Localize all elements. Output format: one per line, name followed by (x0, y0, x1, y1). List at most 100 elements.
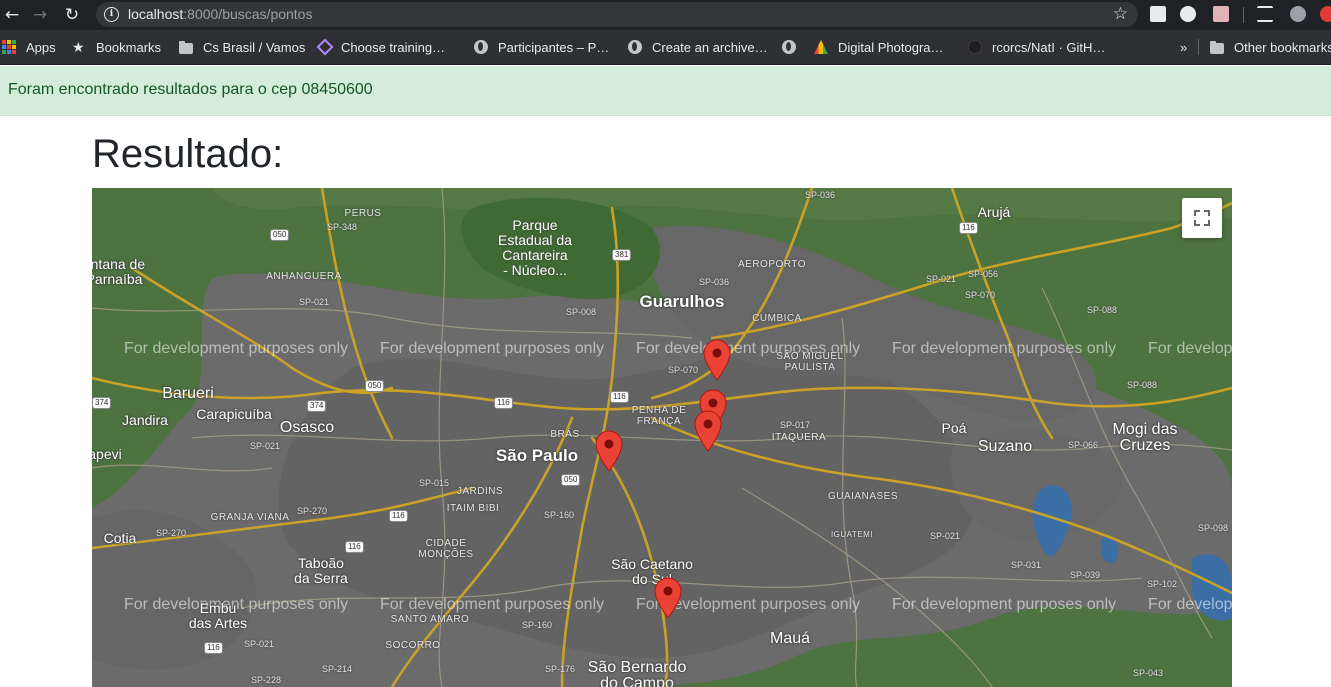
city-label: Carapicuíba (196, 406, 272, 422)
road-label: SP-228 (250, 675, 282, 685)
district-label: SOCORRO (385, 640, 441, 651)
city-label: Guarulhos (639, 292, 725, 311)
road-shield: 116 (494, 397, 513, 409)
bookmark-label: rcorcs/NatI · GitH… (992, 39, 1106, 55)
city-label: Embu das Artes (188, 600, 248, 631)
bookmark-create-archive[interactable]: Create an archive… (628, 38, 768, 56)
road-label: SP-031 (1010, 560, 1042, 570)
district-label: ANHANGUERA (266, 271, 342, 282)
success-alert: Foram encontrado resultados para o cep 0… (0, 66, 1331, 116)
city-label: antana de Parnaíba (92, 256, 146, 287)
watermark-text: For development purposes only (380, 340, 605, 357)
road-label: SP-102 (1146, 579, 1178, 589)
district-label: JARDINS (456, 486, 504, 497)
city-label: apevi (92, 446, 122, 462)
address-bar[interactable]: i localhost:8000/buscas/pontos ☆ (96, 2, 1138, 27)
profile-avatar[interactable] (1290, 6, 1306, 22)
watermark-text: For development purposes only (892, 340, 1117, 357)
watermark-text: For development purposes only (380, 596, 605, 613)
github-icon (968, 40, 982, 54)
district-label: SÃO MIGUEL PAULISTA (776, 351, 844, 373)
road-label: SP-021 (243, 639, 275, 649)
info-icon[interactable]: i (104, 7, 119, 22)
road-label: SP-098 (1197, 523, 1229, 533)
city-label: Mauá (769, 630, 811, 647)
map-marker[interactable] (694, 410, 722, 452)
bookmark-github[interactable]: rcorcs/NatI · GitH… (968, 38, 1105, 56)
bookmarks-bar: Apps ★ Bookmarks Cs Brasil / Vamos Choos… (0, 30, 1331, 65)
city-label: Mogi das Cruzes (1112, 421, 1178, 454)
bookmark-participantes[interactable]: Participantes – P… (474, 38, 609, 56)
road-label: SP-070 (964, 290, 996, 300)
arrow-left-icon: ← (4, 5, 20, 25)
chevron-double-right-icon: » (1180, 39, 1188, 55)
bookmark-label: Participantes – P… (498, 39, 610, 55)
notification-icon[interactable] (1320, 6, 1331, 22)
back-button[interactable]: ← (0, 3, 24, 27)
road-label: SP-008 (565, 307, 597, 317)
url-text[interactable]: localhost:8000/buscas/pontos (128, 5, 312, 24)
road-label: SP-039 (1069, 570, 1101, 580)
fullscreen-button[interactable] (1182, 198, 1222, 238)
city-label: Poá (941, 420, 967, 436)
city-label: Barueri (162, 385, 214, 402)
alert-message: Foram encontrado resultados para o cep 0… (8, 81, 373, 98)
road-shield: 374 (307, 400, 327, 412)
district-label: CUMBICA (752, 313, 802, 324)
road-label: SP-348 (326, 222, 358, 232)
page-title: Resultado: (92, 132, 284, 176)
bookmark-apps[interactable]: Apps (2, 38, 56, 56)
forward-button[interactable]: → (28, 3, 52, 27)
road-shield: 381 (612, 249, 632, 261)
bookmark-cs-brasil[interactable]: Cs Brasil / Vamos (179, 38, 305, 56)
road-shield: 374 (92, 397, 112, 409)
road-label: SP-056 (967, 269, 999, 279)
bookmark-digital-photo[interactable]: Digital Photogra… (814, 38, 944, 56)
road-label: SP-160 (543, 510, 575, 520)
road-label: SP-017 (779, 420, 811, 430)
city-label: Arujá (977, 204, 1011, 220)
globe-icon (628, 40, 642, 54)
district-label: PENHA DE FRANÇA (631, 405, 687, 427)
map-marker[interactable] (703, 339, 731, 381)
road-shield: 050 (365, 380, 385, 392)
reload-button[interactable]: ↻ (60, 3, 84, 27)
extension-icon-1[interactable] (1150, 6, 1166, 22)
district-label: IGUATEMI (830, 530, 874, 539)
bookmark-label: Choose training… (341, 39, 446, 55)
map-marker[interactable] (595, 430, 623, 472)
toolbar-separator (1243, 7, 1244, 23)
folder-icon (1210, 40, 1224, 54)
bookmark-label: Digital Photogra… (838, 39, 944, 55)
extension-icon-3[interactable] (1213, 6, 1229, 22)
star-icon: ★ (72, 39, 85, 55)
district-label: BRÁS (550, 429, 580, 440)
bookmark-choose-training[interactable]: Choose training… (316, 38, 446, 56)
extension-icon-2[interactable] (1180, 6, 1196, 22)
bookmark-other[interactable]: Other bookmarks (1210, 38, 1331, 56)
diamond-icon (316, 38, 334, 56)
map[interactable]: For development purposes only For develo… (92, 188, 1232, 687)
bookmarks-overflow-button[interactable]: » (1180, 38, 1187, 56)
road-label: SP-176 (544, 664, 576, 674)
district-label: ITAQUERA (771, 432, 827, 443)
road-shield: 116 (345, 541, 364, 553)
drive-icon (814, 40, 828, 54)
bookmark-globe[interactable] (782, 38, 806, 56)
road-label: SP-021 (298, 297, 330, 307)
road-shield: 116 (959, 222, 978, 234)
map-marker[interactable] (654, 577, 682, 619)
media-icon[interactable] (1257, 6, 1273, 22)
bookmark-label: Other bookmarks (1234, 39, 1331, 55)
arrow-right-icon: → (32, 5, 48, 25)
bookmark-star-icon[interactable]: ☆ (1113, 4, 1128, 24)
url-path: :8000/buscas/pontos (183, 6, 313, 22)
road-label: SP-036 (804, 190, 836, 200)
watermark-text: For development purposes only (892, 596, 1117, 613)
road-label: SP-021 (929, 531, 961, 541)
district-label: SANTO AMARO (390, 614, 470, 625)
url-host: localhost (128, 6, 184, 22)
road-shield: 050 (270, 229, 290, 241)
bookmark-bookmarks[interactable]: ★ Bookmarks (72, 38, 161, 56)
road-label: SP-036 (698, 277, 730, 287)
